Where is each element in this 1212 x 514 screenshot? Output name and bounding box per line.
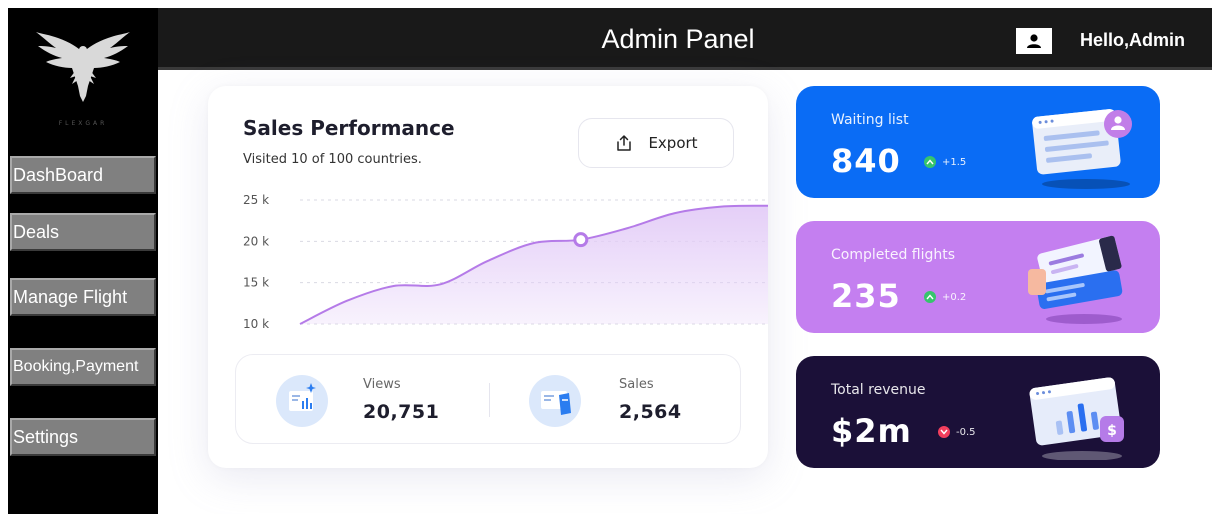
views-label: Views [363, 377, 401, 392]
user-icon [1027, 34, 1041, 48]
svg-text:$: $ [1107, 423, 1117, 439]
sales-icon [529, 375, 581, 427]
nav-booking-payment[interactable]: Booking,Payment [10, 348, 156, 386]
nav-settings[interactable]: Settings [10, 418, 156, 456]
nav-dashboard[interactable]: DashBoard [10, 156, 156, 194]
highlight-point [573, 232, 589, 248]
export-icon [617, 135, 632, 151]
nav-manage-flight[interactable]: Manage Flight [10, 278, 156, 316]
total-revenue-label: Total revenue [831, 382, 926, 398]
completed-flights-card: Completed flights 235 +0.2 [796, 221, 1160, 333]
waiting-list-change-value: +1.5 [942, 156, 967, 168]
y-tick-label: 25 k [243, 193, 269, 207]
views-value: 20,751 [363, 401, 440, 423]
app-window: FLEXGAR DashBoard Deals Manage Flight Bo… [0, 0, 1212, 514]
total-revenue-value: $2m [831, 412, 912, 450]
completed-flights-change-value: +0.2 [942, 291, 967, 303]
nav-dashboard-label: DashBoard [13, 164, 104, 185]
export-button[interactable]: Export [578, 118, 734, 168]
revenue-chart-illustration: $ [1029, 377, 1124, 460]
sales-performance-card: Sales Performance Visited 10 of 100 coun… [208, 86, 768, 468]
waiting-list-card: Waiting list 840 +1.5 [796, 86, 1160, 198]
nav-booking-payment-label: Booking,Payment [13, 358, 139, 375]
user-greeting[interactable]: Hello,Admin [1080, 30, 1185, 51]
sales-value: 2,564 [619, 401, 682, 423]
waiting-list-label: Waiting list [831, 112, 909, 128]
total-revenue-change-value: -0.5 [956, 426, 976, 438]
waiting-list-illustration [1032, 109, 1132, 189]
sales-title: Sales Performance [243, 116, 455, 140]
y-tick-label: 10 k [243, 317, 269, 331]
export-label: Export [648, 134, 698, 152]
total-revenue-card: Total revenue $2m -0.5 $ [796, 356, 1160, 468]
nav-manage-flight-label: Manage Flight [13, 286, 128, 307]
sales-area-fill [300, 205, 768, 324]
logo-caption: FLEXGAR [58, 120, 108, 127]
waiting-list-value: 840 [831, 142, 901, 180]
nav-deals-label: Deals [13, 221, 60, 242]
completed-flights-value: 235 [831, 277, 901, 315]
sales-label: Sales [619, 377, 654, 392]
y-tick-label: 15 k [243, 276, 269, 290]
total-revenue-change: -0.5 [938, 426, 976, 438]
flight-tickets-illustration [1028, 235, 1123, 324]
nav-settings-label: Settings [13, 426, 79, 447]
user-avatar-button[interactable] [1016, 28, 1052, 54]
sales-area-chart: 25 k 20 k 15 k 10 k [243, 193, 768, 331]
completed-flights-label: Completed flights [831, 247, 956, 263]
completed-flights-change: +0.2 [924, 291, 966, 303]
eagle-logo: FLEXGAR [20, 22, 146, 127]
stats-divider [489, 383, 490, 417]
nav-deals[interactable]: Deals [10, 213, 156, 251]
views-icon [276, 375, 328, 427]
top-header: Admin Panel Hello,Admin [158, 8, 1212, 70]
y-tick-label: 20 k [243, 234, 269, 248]
waiting-list-change: +1.5 [924, 156, 966, 168]
mini-stats-panel: Views 20,751 Sales 2,564 [235, 354, 741, 444]
trend-up-icon [924, 156, 936, 168]
trend-down-icon [938, 426, 950, 438]
sales-subtitle: Visited 10 of 100 countries. [243, 152, 422, 167]
sidebar: FLEXGAR DashBoard Deals Manage Flight Bo… [8, 8, 158, 514]
trend-up-icon [924, 291, 936, 303]
